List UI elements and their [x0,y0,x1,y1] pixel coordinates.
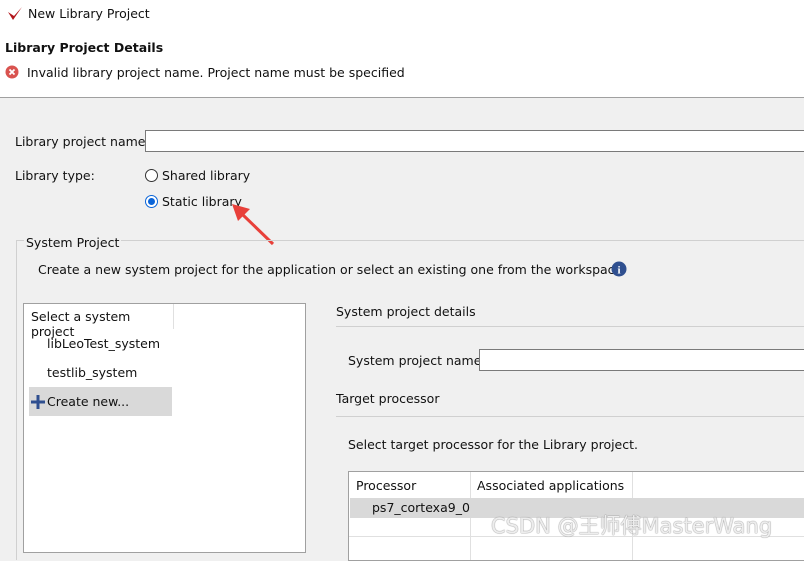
system-project-name-input[interactable] [479,349,804,371]
list-item-label: Create new... [47,394,130,409]
list-item[interactable]: testlib_system [47,365,137,380]
system-project-list: Select a system project libLeoTest_syste… [23,303,306,553]
info-icon[interactable]: i [611,261,627,277]
system-project-group-label: System Project [24,235,122,250]
radio-label: Shared library [162,168,251,183]
list-item[interactable]: libLeoTest_system [47,336,160,351]
error-message: Invalid library project name. Project na… [27,65,405,80]
target-processor-description: Select target processor for the Library … [348,437,638,452]
list-header[interactable]: Select a system project [24,304,174,339]
divider [336,416,804,417]
watermark: CSDN @王师傅MasterWang [491,514,773,538]
shared-library-radio[interactable]: Shared library [145,168,250,183]
error-icon [5,65,19,79]
xilinx-logo-icon [8,7,22,20]
list-item-create-new[interactable]: Create new... [29,387,172,416]
project-name-input[interactable] [145,130,804,152]
system-project-name-label: System project name: [348,353,486,368]
divider [336,326,804,327]
target-processor-title: Target processor [336,391,440,406]
page-title: Library Project Details [5,40,164,55]
column-header-processor[interactable]: Processor [356,478,416,493]
project-name-label: Library project name: [15,134,150,149]
library-type-label: Library type: [15,168,95,183]
system-project-description: Create a new system project for the appl… [38,262,623,277]
system-project-details-title: System project details [336,304,476,319]
column-header-associated-applications[interactable]: Associated applications [477,478,624,493]
window-title: New Library Project [28,6,150,21]
plus-icon [31,395,45,409]
svg-text:i: i [617,265,620,277]
processor-cell: ps7_cortexa9_0 [372,500,470,515]
